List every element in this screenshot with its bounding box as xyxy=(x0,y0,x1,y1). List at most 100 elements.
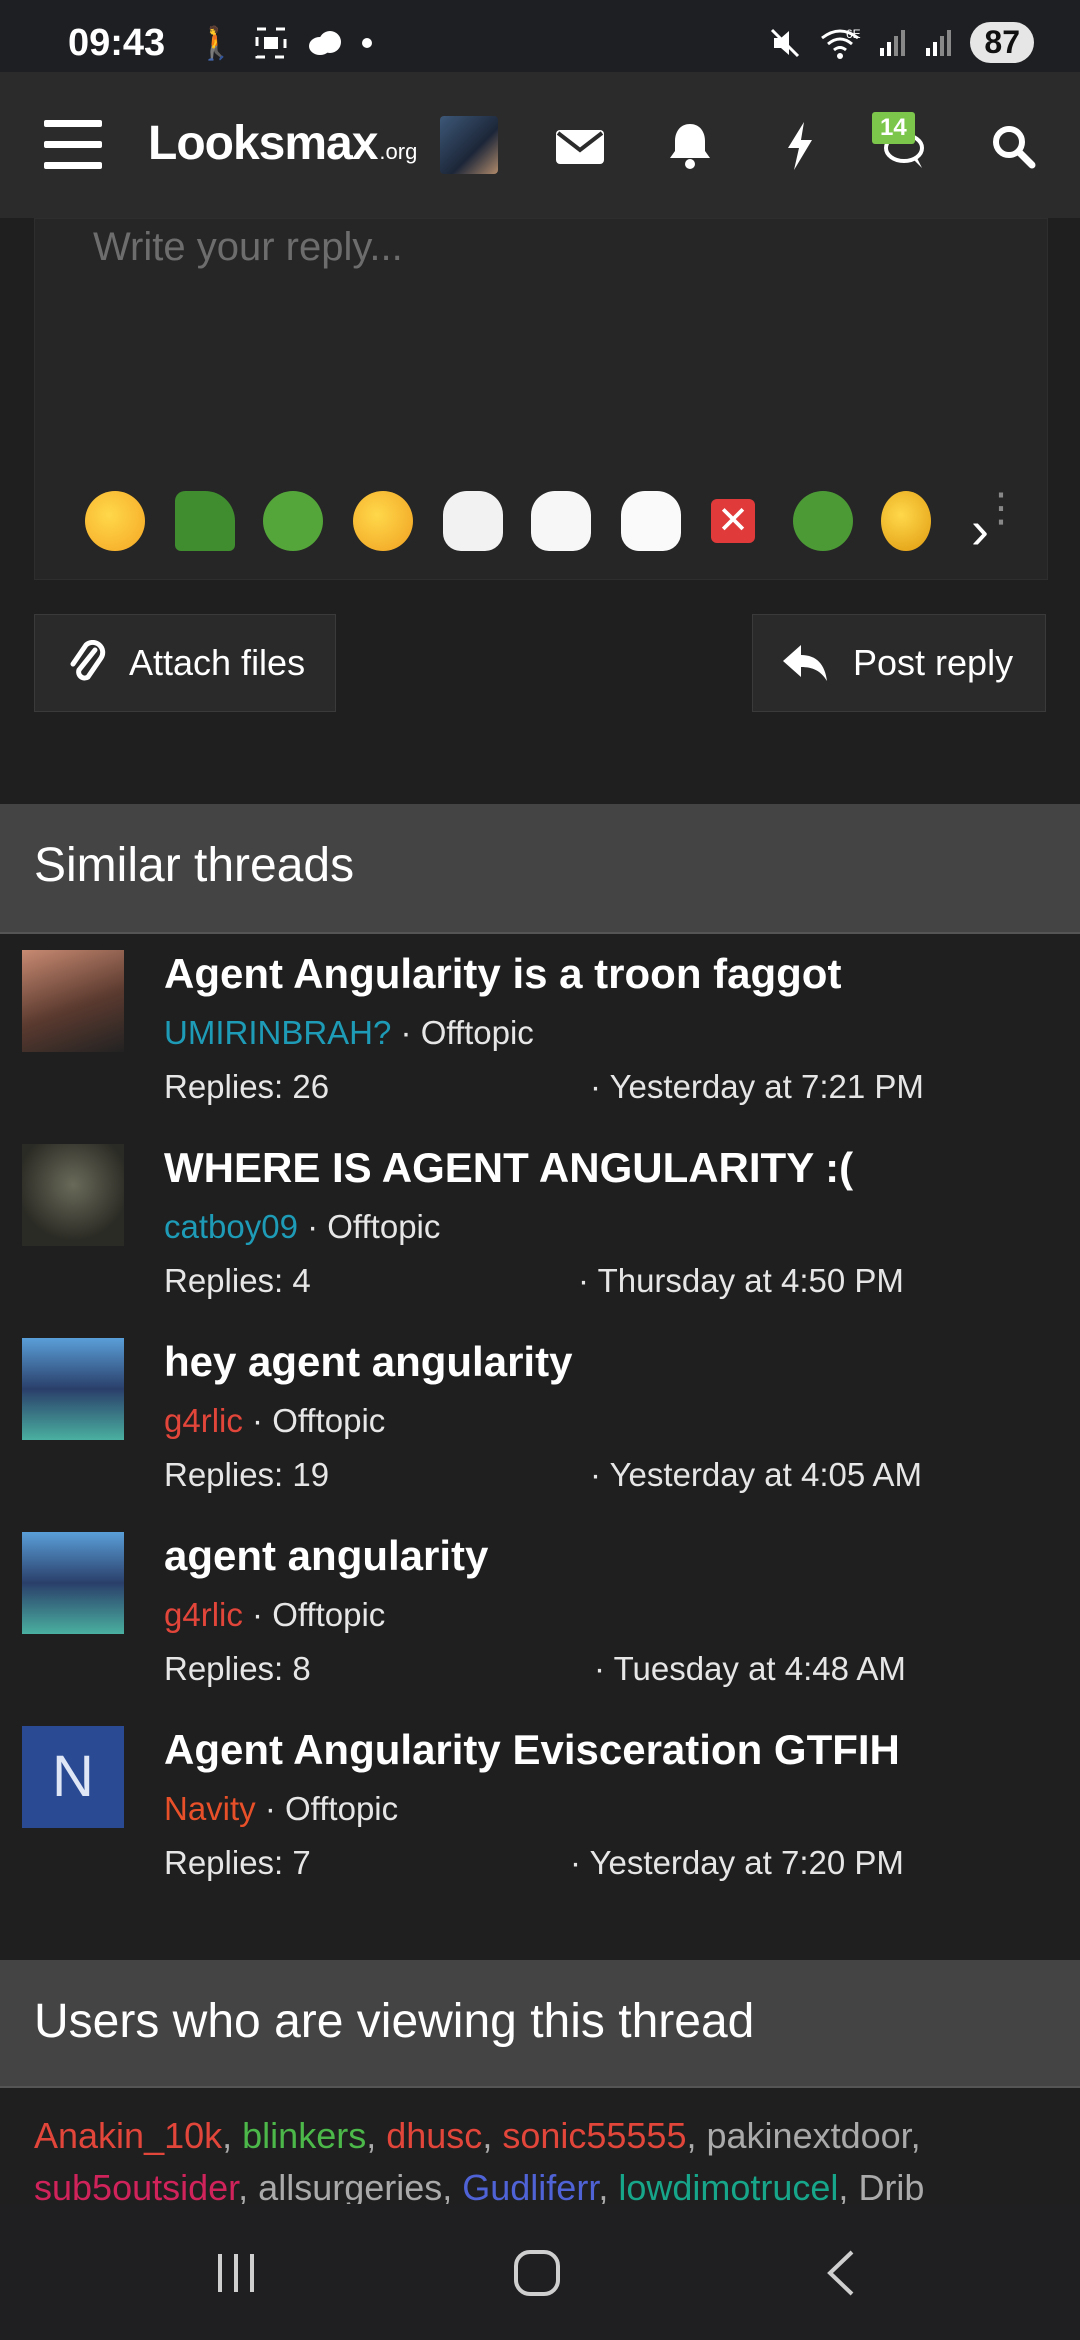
viewer-link[interactable]: Drib xyxy=(858,2167,924,2208)
thread-item[interactable]: hey agent angularity g4rlic · Offtopic R… xyxy=(0,1326,1080,1520)
dot-icon xyxy=(361,38,372,48)
viewer-link[interactable]: blinkers xyxy=(242,2115,366,2156)
soyjak-emoji-icon[interactable] xyxy=(621,491,681,551)
pepe-laugh-emoji-icon[interactable] xyxy=(263,491,323,551)
thread-author[interactable]: UMIRINBRAH? xyxy=(164,1014,391,1051)
mail-icon[interactable] xyxy=(550,118,610,174)
thread-date: · Yesterday at 7:21 PM xyxy=(590,1068,924,1105)
thread-meta: g4rlic · Offtopic xyxy=(164,1402,386,1439)
back-icon[interactable] xyxy=(822,2248,858,2298)
reply-placeholder: Write your reply... xyxy=(93,225,403,269)
site-logo[interactable]: Looksmax.org xyxy=(148,116,417,171)
crying-wojak-emoji-icon[interactable] xyxy=(531,491,591,551)
thread-replies: Replies: 26 xyxy=(164,1068,330,1105)
thread-title[interactable]: hey agent angularity xyxy=(164,1338,572,1386)
post-reply-button[interactable]: Post reply xyxy=(752,614,1046,712)
thread-meta: catboy09 · Offtopic xyxy=(164,1208,441,1245)
mute-icon xyxy=(771,28,800,57)
grin-emoji-icon[interactable] xyxy=(881,491,931,551)
thread-avatar[interactable] xyxy=(22,950,124,1052)
thread-item[interactable]: WHERE IS AGENT ANGULARITY :( catboy09 · … xyxy=(0,1132,1080,1326)
post-reply-label: Post reply xyxy=(853,642,1014,683)
thread-meta: UMIRINBRAH? · Offtopic xyxy=(164,1014,534,1051)
reply-editor[interactable]: Write your reply... ✕ › ⋮ xyxy=(34,218,1048,580)
lightning-icon[interactable] xyxy=(770,118,830,174)
thread-avatar[interactable] xyxy=(22,1338,124,1440)
viewers-list: Anakin_10k, blinkers, dhusc, sonic55555,… xyxy=(34,2115,925,2208)
thread-forum[interactable]: Offtopic xyxy=(421,1014,534,1051)
screenshot-icon xyxy=(255,27,287,59)
viewers-header: Users who are viewing this thread xyxy=(0,1960,1080,2088)
reply-arrow-icon xyxy=(783,645,827,681)
battery-indicator: 87 xyxy=(970,22,1034,63)
more-options-icon[interactable]: ⋮ xyxy=(981,488,1021,528)
thread-author[interactable]: catboy09 xyxy=(164,1208,298,1245)
thread-forum[interactable]: Offtopic xyxy=(285,1790,398,1827)
search-icon[interactable] xyxy=(984,118,1044,174)
menu-icon[interactable] xyxy=(44,120,102,170)
thread-avatar[interactable]: N xyxy=(22,1726,124,1828)
status-icons-left: 🚶 xyxy=(196,24,372,62)
thread-date: · Yesterday at 4:05 AM xyxy=(590,1456,923,1493)
pepe-grin-emoji-icon[interactable] xyxy=(793,491,853,551)
thread-avatar[interactable] xyxy=(22,1144,124,1246)
thread-author[interactable]: g4rlic xyxy=(164,1402,243,1439)
home-icon[interactable] xyxy=(512,2248,562,2298)
attach-files-label: Attach files xyxy=(129,642,306,683)
viewer-link[interactable]: allsurgeries xyxy=(258,2167,442,2208)
thread-forum[interactable]: Offtopic xyxy=(327,1208,440,1245)
attach-files-button[interactable]: Attach files xyxy=(34,614,336,712)
thread-replies: Replies: 8 xyxy=(164,1650,311,1687)
thread-meta: Navity · Offtopic xyxy=(164,1790,399,1827)
bell-icon[interactable] xyxy=(660,118,720,174)
system-navigation-bar xyxy=(0,2204,1080,2340)
viewer-link[interactable]: sub5outsider xyxy=(34,2167,238,2208)
similar-threads-title: Similar threads xyxy=(34,839,355,892)
joy-tears-emoji-icon[interactable] xyxy=(353,491,413,551)
thread-forum[interactable]: Offtopic xyxy=(272,1402,385,1439)
emoji-toolbar: ✕ › ⋮ xyxy=(55,488,1045,560)
section-divider xyxy=(0,932,1080,934)
pepe-emoji-icon[interactable] xyxy=(175,491,235,551)
walking-icon: 🚶 xyxy=(196,25,236,61)
thread-title[interactable]: WHERE IS AGENT ANGULARITY :( xyxy=(164,1144,853,1192)
user-avatar[interactable] xyxy=(440,116,498,174)
x-mark-emoji-icon[interactable]: ✕ xyxy=(711,499,755,543)
thread-avatar[interactable] xyxy=(22,1532,124,1634)
viewer-link[interactable]: dhusc xyxy=(386,2115,482,2156)
top-navigation: Looksmax.org 14 xyxy=(0,72,1080,218)
thread-title[interactable]: Agent Angularity Evisceration GTFIH xyxy=(164,1726,900,1774)
svg-text:6E: 6E xyxy=(846,27,861,41)
thread-item[interactable]: N Agent Angularity Evisceration GTFIH Na… xyxy=(0,1714,1080,1908)
thread-replies: Replies: 19 xyxy=(164,1456,330,1493)
thread-author[interactable]: g4rlic xyxy=(164,1596,243,1633)
cloud-icon xyxy=(308,31,341,55)
recent-apps-icon[interactable] xyxy=(214,2252,260,2294)
similar-threads-header: Similar threads xyxy=(0,804,1080,932)
conversations-badge: 14 xyxy=(872,112,915,144)
wojak-emoji-icon[interactable] xyxy=(443,491,503,551)
thread-date: · Tuesday at 4:48 AM xyxy=(594,1650,906,1687)
thread-title[interactable]: agent angularity xyxy=(164,1532,488,1580)
thread-date: · Thursday at 4:50 PM xyxy=(578,1262,904,1299)
thread-meta: g4rlic · Offtopic xyxy=(164,1596,386,1633)
rofl-emoji-icon[interactable] xyxy=(85,491,145,551)
viewer-link[interactable]: Anakin_10k xyxy=(34,2115,222,2156)
thread-date: · Yesterday at 7:20 PM xyxy=(570,1844,904,1881)
thread-item[interactable]: agent angularity g4rlic · Offtopic Repli… xyxy=(0,1520,1080,1714)
status-time: 09:43 xyxy=(68,22,166,64)
thread-replies: Replies: 7 xyxy=(164,1844,311,1881)
thread-author[interactable]: Navity xyxy=(164,1790,256,1827)
viewer-link[interactable]: lowdimotrucel xyxy=(618,2167,838,2208)
status-icons-right: 6E 87 xyxy=(768,22,1034,63)
signal-icon-2 xyxy=(926,29,952,56)
viewer-link[interactable]: Gudliferr xyxy=(462,2167,598,2208)
thread-title[interactable]: Agent Angularity is a troon faggot xyxy=(164,950,841,998)
thread-forum[interactable]: Offtopic xyxy=(272,1596,385,1633)
wifi-icon: 6E xyxy=(821,27,861,59)
thread-replies: Replies: 4 xyxy=(164,1262,311,1299)
thread-item[interactable]: Agent Angularity is a troon faggot UMIRI… xyxy=(0,938,1080,1132)
viewer-link[interactable]: pakinextdoor xyxy=(707,2115,911,2156)
viewer-link[interactable]: sonic55555 xyxy=(502,2115,686,2156)
section-divider xyxy=(0,2086,1080,2088)
